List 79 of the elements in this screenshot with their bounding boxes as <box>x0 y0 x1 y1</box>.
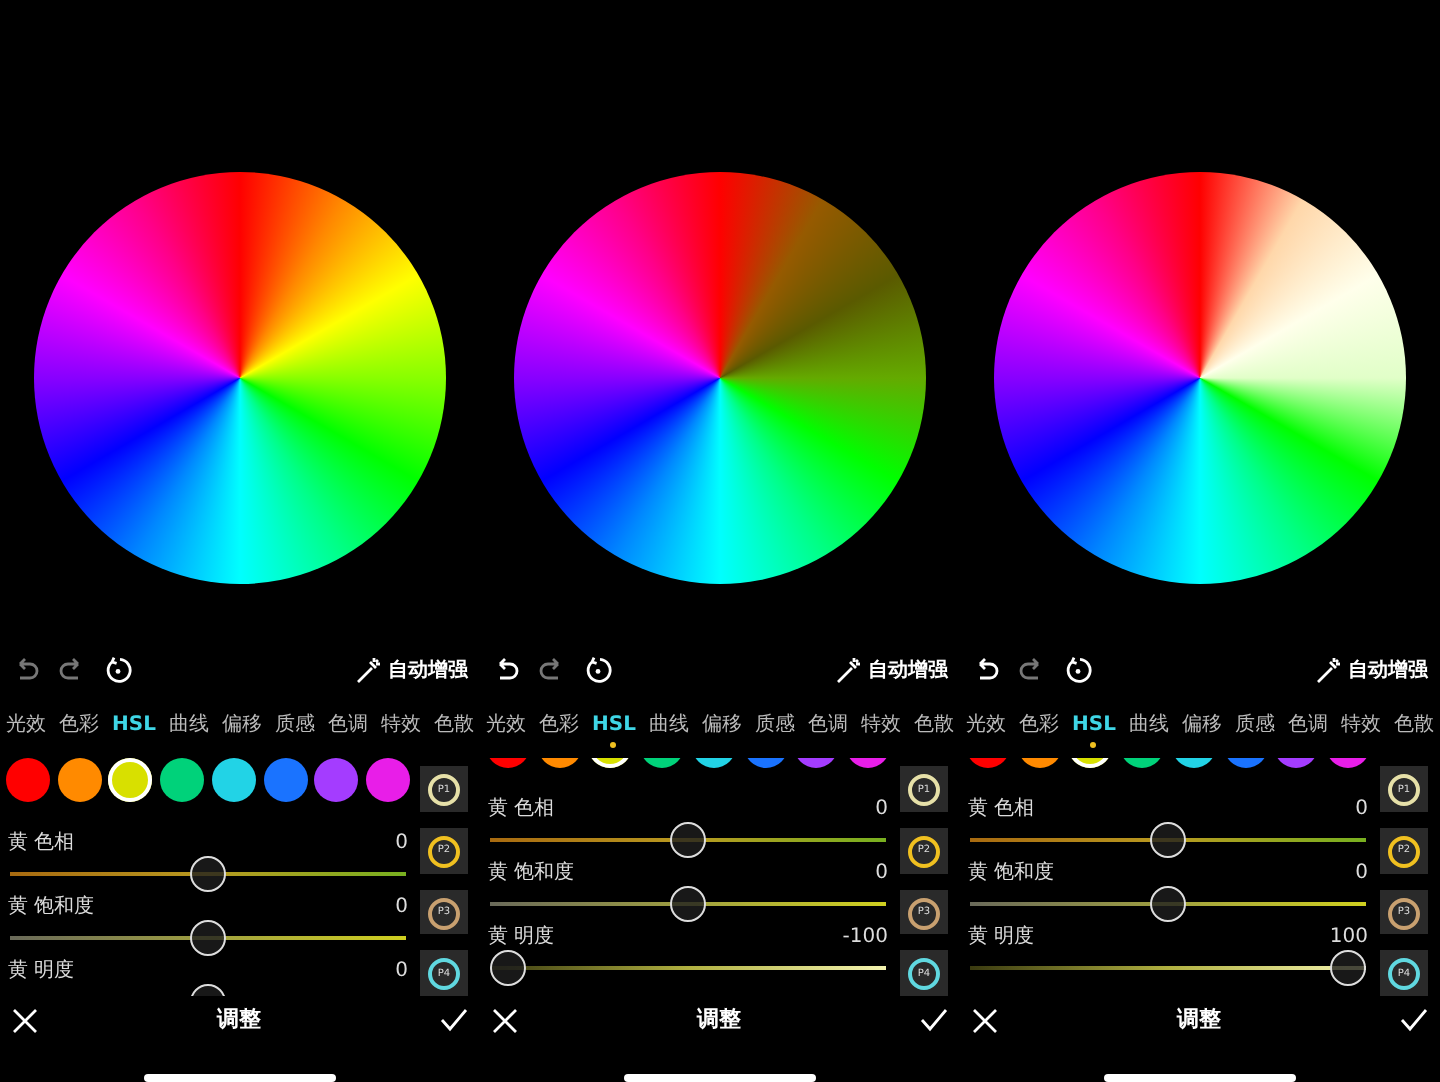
tab[interactable]: HSL <box>112 714 156 755</box>
close-icon[interactable] <box>12 1007 38 1034</box>
slider-value: 0 <box>1355 860 1368 887</box>
slider-label: 黄 明度 <box>8 958 75 985</box>
color-swatch[interactable] <box>365 758 410 803</box>
tab[interactable]: HSL <box>592 714 636 755</box>
tab[interactable]: 色散 <box>433 714 474 755</box>
checkmark-icon[interactable] <box>440 1008 468 1033</box>
tab[interactable]: 曲线 <box>1128 714 1169 755</box>
slider-label: 黄 色相 <box>8 830 75 857</box>
slider-value: 0 <box>875 796 888 823</box>
auto-enhance-button[interactable]: 自动增强 <box>1314 655 1428 686</box>
tab[interactable]: 偏移 <box>1181 714 1222 755</box>
color-swatch[interactable] <box>314 758 359 803</box>
slider-thumb[interactable] <box>1330 950 1366 987</box>
color-swatch[interactable] <box>108 758 153 803</box>
slider-thumb[interactable] <box>670 886 706 923</box>
slider-thumb[interactable] <box>670 822 706 859</box>
slider-value: 0 <box>395 830 408 857</box>
tab[interactable]: 色调 <box>1287 714 1328 755</box>
tab[interactable]: 曲线 <box>168 714 209 755</box>
color-swatch[interactable] <box>160 758 205 803</box>
slider-value: 0 <box>395 958 408 985</box>
slider-label: 黄 色相 <box>488 796 555 823</box>
screen-title: 调整 <box>1177 1003 1221 1036</box>
tab[interactable]: 特效 <box>1340 714 1381 755</box>
tab[interactable]: 光效 <box>486 714 526 755</box>
slider-thumb[interactable] <box>490 950 526 987</box>
slider-value: 0 <box>875 860 888 887</box>
magic-wand-icon <box>354 656 382 685</box>
slider-value: -100 <box>842 924 888 951</box>
reset-icon[interactable] <box>584 656 612 685</box>
tab[interactable]: 曲线 <box>648 714 689 755</box>
auto-enhance-button[interactable]: 自动增强 <box>834 655 948 686</box>
magic-wand-icon <box>834 656 862 685</box>
slider-label: 黄 色相 <box>968 796 1035 823</box>
slider-label: 黄 饱和度 <box>488 860 575 887</box>
tab[interactable]: 质感 <box>1234 714 1275 755</box>
checkmark-icon[interactable] <box>1400 1008 1428 1033</box>
tab[interactable]: 光效 <box>6 714 46 755</box>
checkmark-icon[interactable] <box>920 1008 948 1033</box>
slider-thumb[interactable] <box>1150 822 1186 859</box>
tab[interactable]: 色散 <box>913 714 954 755</box>
screen-title: 调整 <box>217 1003 261 1036</box>
slider-label: 黄 饱和度 <box>8 894 95 921</box>
tab[interactable]: 色彩 <box>1019 714 1059 755</box>
color-swatch[interactable] <box>57 758 102 803</box>
color-swatch[interactable] <box>263 758 308 803</box>
auto-enhance-button[interactable]: 自动增强 <box>354 655 468 686</box>
tab[interactable]: 光效 <box>966 714 1006 755</box>
tab[interactable]: 偏移 <box>701 714 742 755</box>
reset-icon[interactable] <box>1064 656 1092 685</box>
tab[interactable]: 特效 <box>860 714 901 755</box>
slider-thumb[interactable] <box>190 920 226 957</box>
slider-thumb[interactable] <box>190 856 226 893</box>
magic-wand-icon <box>1314 656 1342 685</box>
tab[interactable]: 色彩 <box>539 714 579 755</box>
tab[interactable]: 色调 <box>807 714 848 755</box>
slider-label: 黄 明度 <box>488 924 555 951</box>
slider-thumb[interactable] <box>1150 886 1186 923</box>
reset-icon[interactable] <box>104 656 132 685</box>
color-swatch[interactable] <box>6 758 50 803</box>
tab[interactable]: 偏移 <box>221 714 262 755</box>
tab[interactable]: 特效 <box>380 714 421 755</box>
screen-title: 调整 <box>697 1003 741 1036</box>
color-swatch[interactable] <box>211 758 256 803</box>
close-icon[interactable] <box>972 1007 998 1034</box>
tab[interactable]: 色散 <box>1393 714 1434 755</box>
slider-label: 黄 饱和度 <box>968 860 1055 887</box>
tab[interactable]: 质感 <box>274 714 315 755</box>
tab[interactable]: 色彩 <box>59 714 99 755</box>
slider-value: 0 <box>1355 796 1368 823</box>
tab[interactable]: 色调 <box>327 714 368 755</box>
slider-value: 0 <box>395 894 408 921</box>
slider-value: 100 <box>1329 924 1368 951</box>
tab[interactable]: HSL <box>1072 714 1116 755</box>
close-icon[interactable] <box>492 1007 518 1034</box>
tab[interactable]: 质感 <box>754 714 795 755</box>
slider-label: 黄 明度 <box>968 924 1035 951</box>
